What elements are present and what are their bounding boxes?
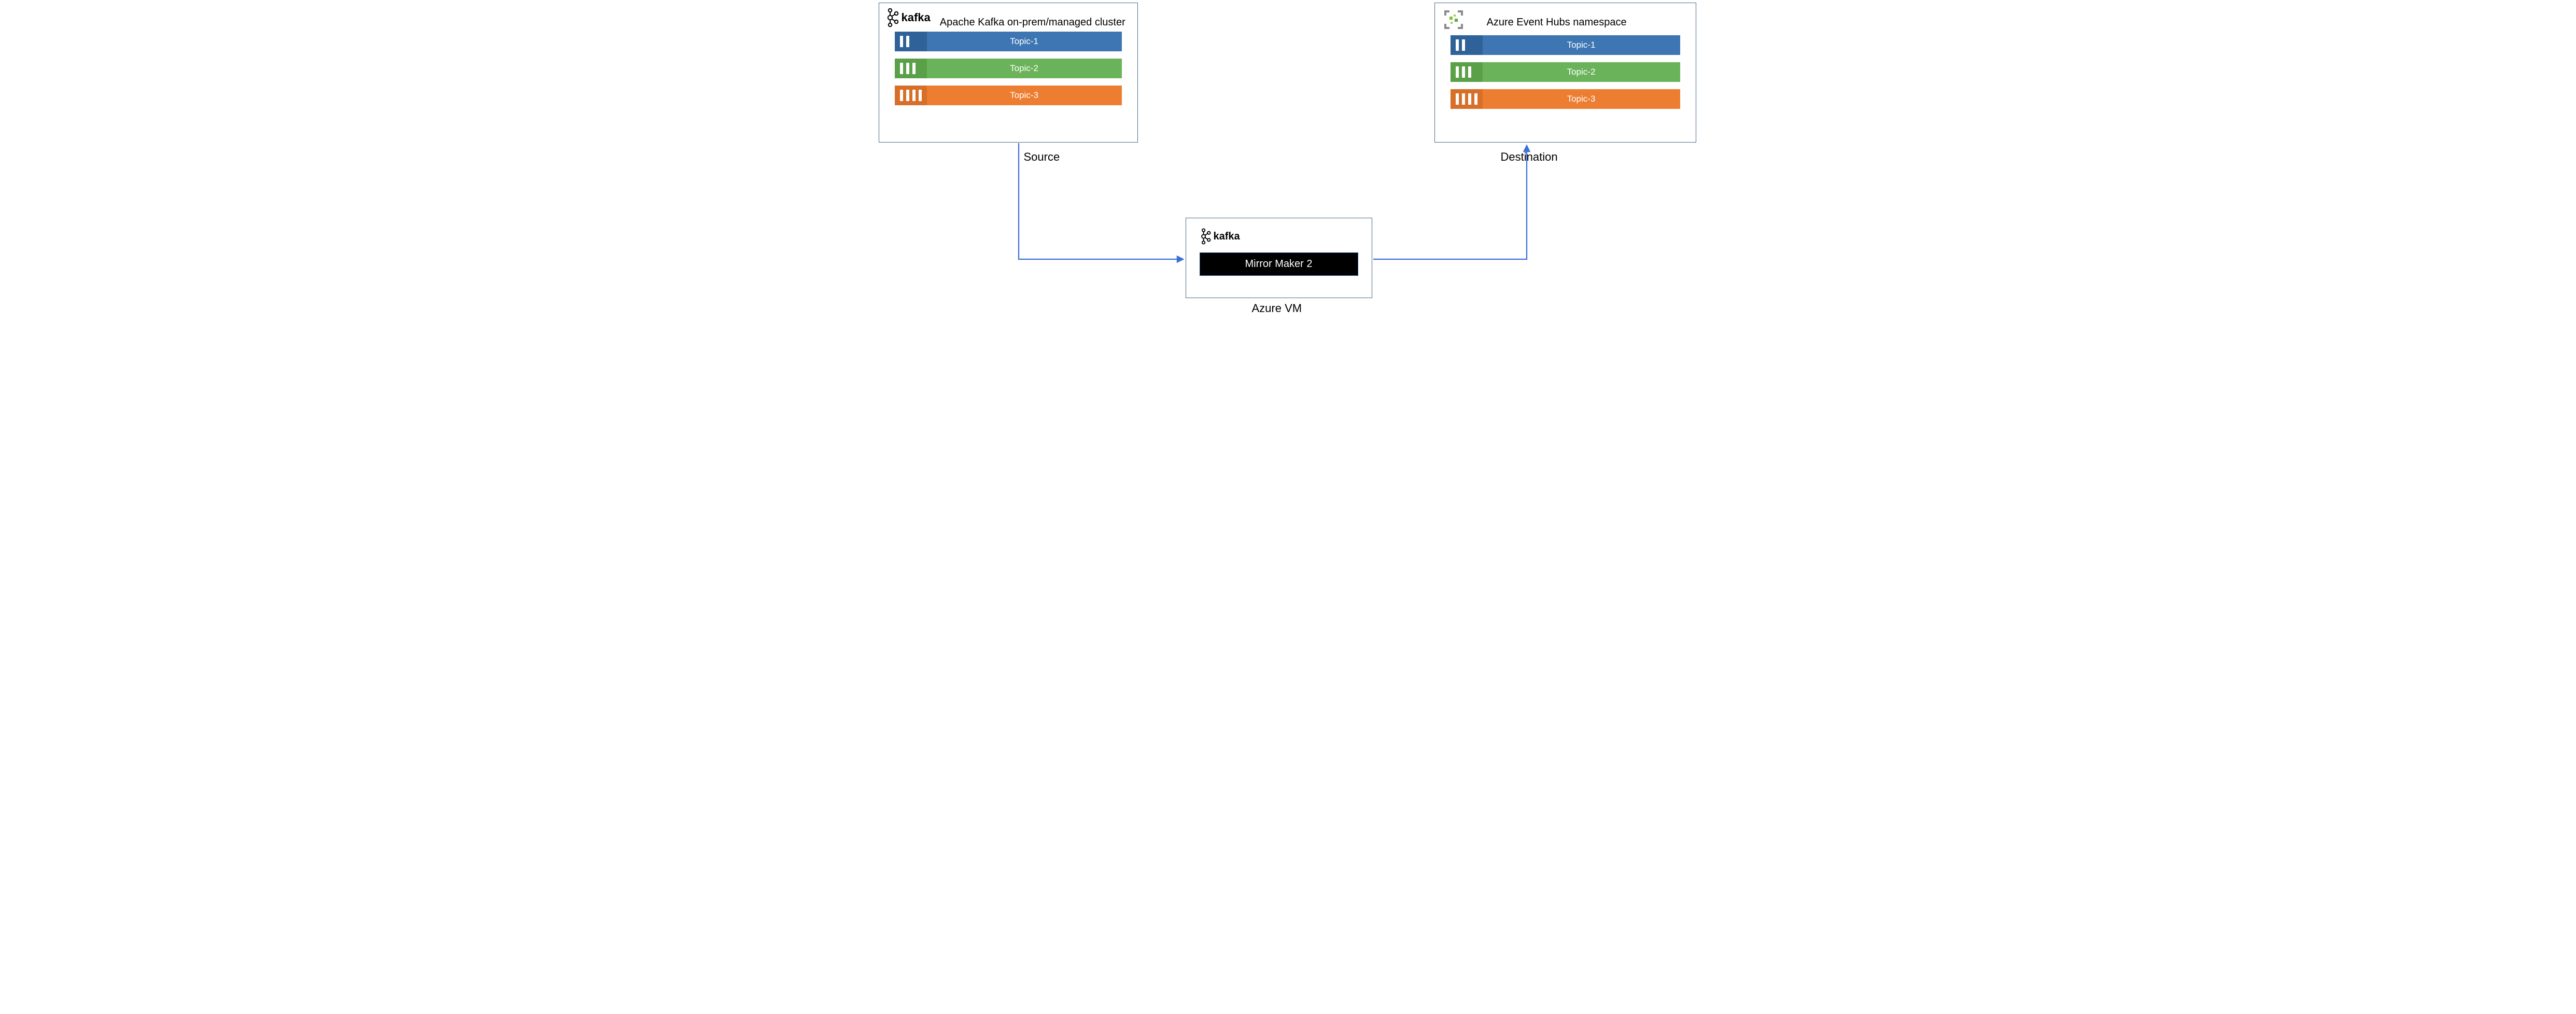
partition-indicator <box>1451 35 1483 55</box>
destination-header: Azure Event Hubs namespace <box>1435 3 1696 35</box>
source-topic-list: Topic-1 Topic-2 Topic-3 <box>879 32 1137 115</box>
topic-label: Topic-2 <box>1483 62 1680 82</box>
destination-topic-list: Topic-1 Topic-2 Topic-3 <box>1435 35 1696 118</box>
partition-indicator <box>1451 62 1483 82</box>
kafka-logo-text: kafka <box>902 11 931 24</box>
topic-bar: Topic-2 <box>1451 62 1680 82</box>
partition-indicator <box>1451 89 1483 109</box>
kafka-logo-small-text: kafka <box>1214 231 1240 243</box>
destination-title: Azure Event Hubs namespace <box>1487 17 1627 29</box>
mirror-maker-label: Mirror Maker 2 <box>1200 252 1358 276</box>
topic-bar: Topic-2 <box>895 59 1122 78</box>
topic-label: Topic-1 <box>1483 35 1680 55</box>
topic-label: Topic-3 <box>927 86 1122 105</box>
topic-label: Topic-2 <box>927 59 1122 78</box>
topic-bar: Topic-1 <box>1451 35 1680 55</box>
kafka-logo-small: kafka <box>1200 228 1358 245</box>
diagram-canvas: kafka Apache Kafka on-prem/managed clust… <box>874 0 1703 337</box>
topic-bar: Topic-1 <box>895 32 1122 51</box>
destination-role-label: Destination <box>1501 150 1558 164</box>
source-role-label: Source <box>1024 150 1060 164</box>
azure-vm-caption: Azure VM <box>1252 302 1302 315</box>
partition-indicator <box>895 32 927 51</box>
topic-label: Topic-3 <box>1483 89 1680 109</box>
source-box: kafka Apache Kafka on-prem/managed clust… <box>879 3 1138 143</box>
event-hubs-icon <box>1441 7 1466 32</box>
source-title: Apache Kafka on-prem/managed cluster <box>940 17 1125 29</box>
partition-indicator <box>895 86 927 105</box>
mirror-maker-box: kafka Mirror Maker 2 <box>1186 218 1372 298</box>
kafka-logo: kafka <box>885 7 931 28</box>
topic-bar: Topic-3 <box>895 86 1122 105</box>
source-header: kafka Apache Kafka on-prem/managed clust… <box>879 3 1137 32</box>
topic-label: Topic-1 <box>927 32 1122 51</box>
topic-bar: Topic-3 <box>1451 89 1680 109</box>
destination-box: Azure Event Hubs namespace Topic-1Topic-… <box>1434 3 1696 143</box>
partition-indicator <box>895 59 927 78</box>
